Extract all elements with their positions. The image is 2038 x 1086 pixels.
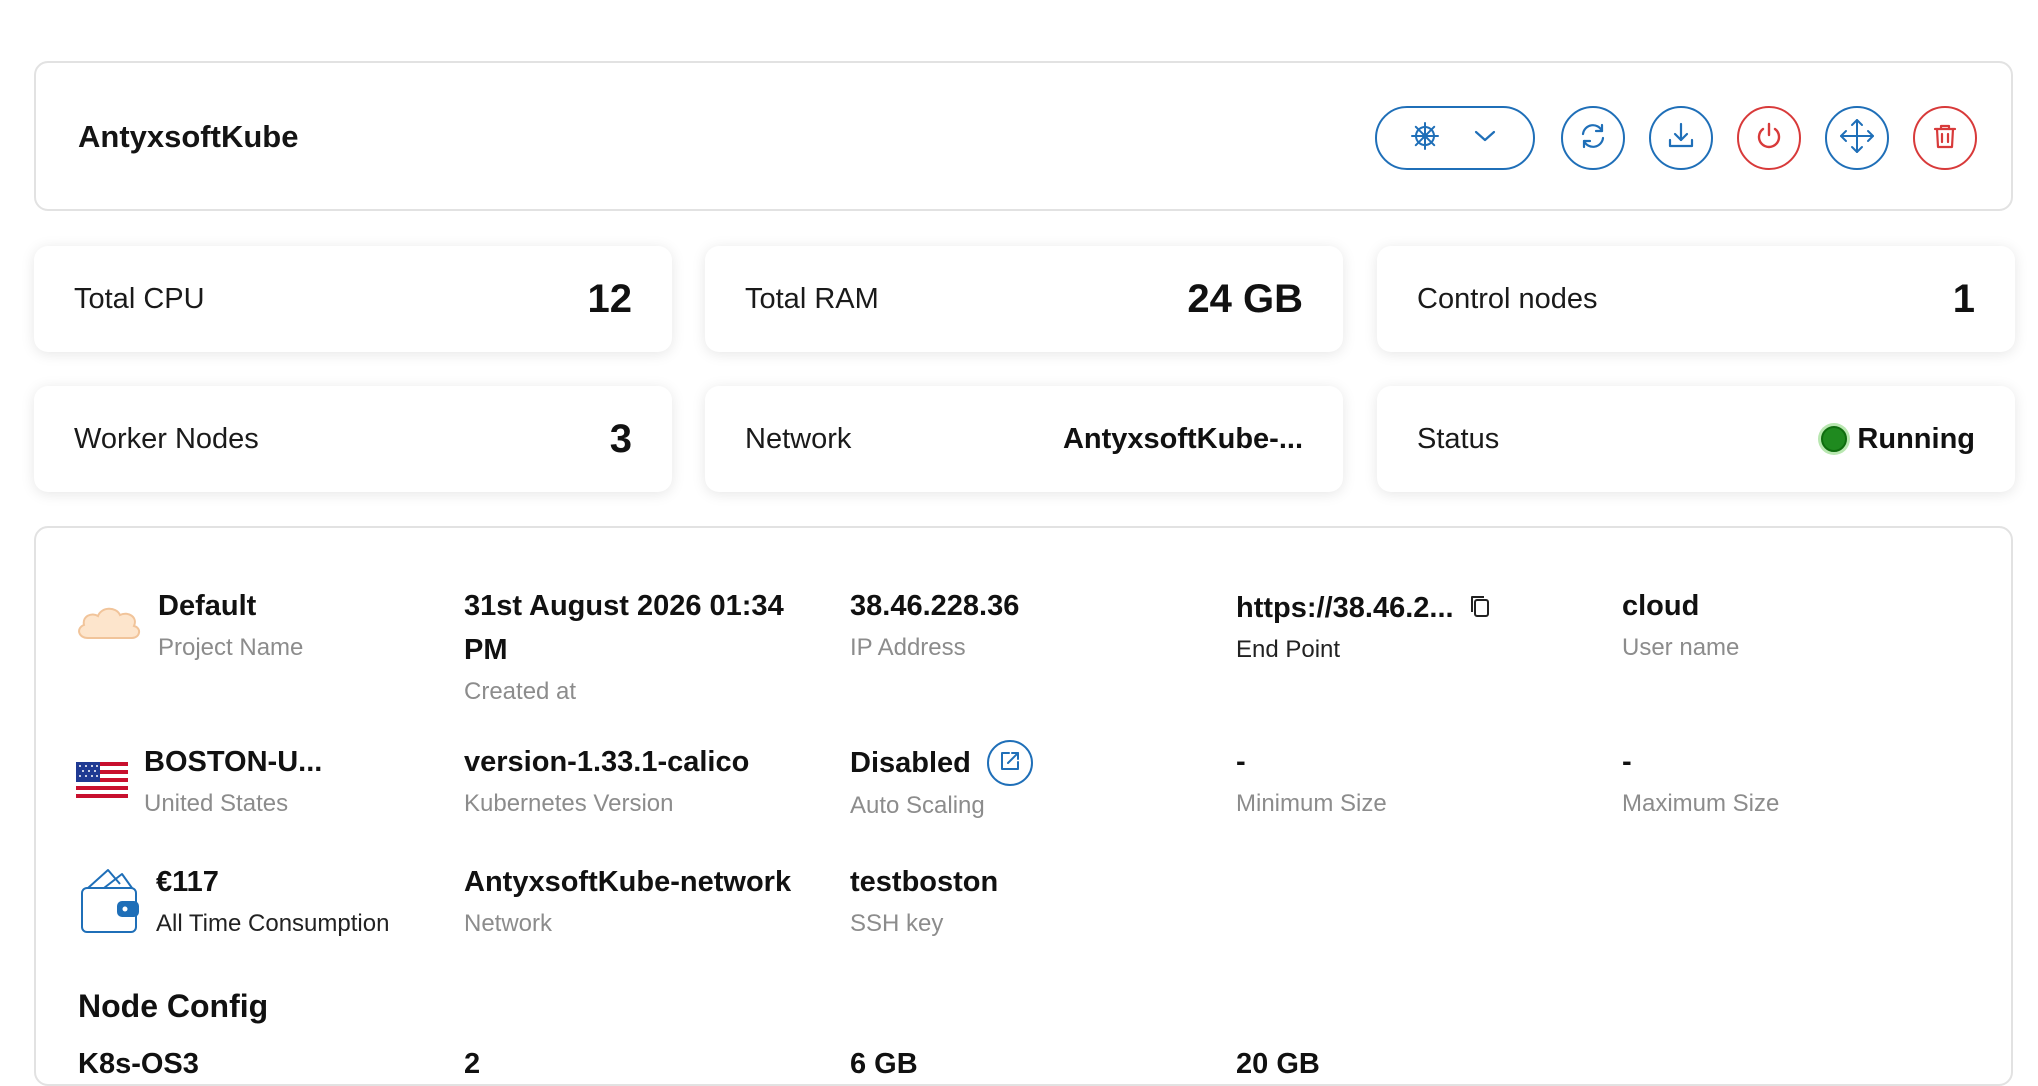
project-label: Project Name	[158, 634, 304, 661]
min-size-label: Minimum Size	[1236, 790, 1387, 817]
max-size-cell: - Maximum Size	[1622, 740, 1779, 824]
created-value-line1: 31st August 2026 01:34	[464, 590, 784, 622]
k8s-version-label: Kubernetes Version	[464, 790, 674, 817]
k8s-version-cell: version-1.33.1-calico Kubernetes Version	[464, 740, 749, 824]
cluster-header-card: AntyxsoftKube	[34, 61, 2013, 211]
cluster-details-card: Default Project Name 31st August 2026 01…	[34, 526, 2013, 1086]
autoscaling-value: Disabled	[850, 747, 971, 779]
network-detail-label: Network	[464, 910, 553, 937]
max-size-value: -	[1622, 746, 1632, 778]
ssh-key-value: testboston	[850, 866, 999, 898]
network-value: AntyxsoftKube-...	[1062, 422, 1303, 455]
download-icon	[1665, 120, 1697, 157]
us-flag-icon	[76, 762, 128, 807]
helm-wheel-icon	[1409, 120, 1441, 157]
k8s-version-value: version-1.33.1-calico	[464, 746, 750, 778]
node-config-title: Node Config	[78, 988, 269, 1024]
external-edit-icon	[998, 749, 1022, 778]
refresh-icon	[1577, 120, 1609, 157]
total-cpu-label: Total CPU	[74, 282, 205, 315]
worker-nodes-label: Worker Nodes	[74, 422, 259, 455]
region-cell: BOSTON-U... United States	[144, 740, 322, 824]
project-cell: Default Project Name	[158, 584, 303, 668]
status-label: Status	[1417, 422, 1500, 455]
total-cpu-card: Total CPU 12	[34, 246, 672, 352]
power-button[interactable]	[1737, 106, 1801, 170]
delete-button[interactable]	[1913, 106, 1977, 170]
endpoint-label: End Point	[1236, 636, 1341, 663]
network-detail-value: AntyxsoftKube-network	[464, 866, 792, 898]
ip-value: 38.46.228.36	[850, 590, 1020, 622]
total-ram-label: Total RAM	[745, 282, 879, 315]
project-value: Default	[158, 590, 257, 622]
move-arrows-icon	[1837, 116, 1877, 161]
ssh-key-cell: testboston SSH key	[850, 860, 998, 944]
status-indicator: Running	[1821, 423, 1975, 456]
network-label: Network	[745, 422, 852, 455]
region-label: United States	[144, 790, 289, 817]
total-cpu-value: 12	[587, 276, 633, 321]
cloud-icon	[74, 598, 144, 651]
network-card: Network AntyxsoftKube-...	[705, 386, 1343, 492]
ip-cell: 38.46.228.36 IP Address	[850, 584, 1019, 668]
node-config-ram: 6 GB	[850, 1048, 918, 1080]
consumption-label: All Time Consumption	[156, 910, 390, 937]
trash-icon	[1929, 120, 1961, 157]
consumption-cell: €117 All Time Consumption	[156, 860, 389, 944]
node-config-name: K8s-OS3	[78, 1048, 199, 1080]
total-ram-card: Total RAM 24 GB	[705, 246, 1343, 352]
autoscaling-cell: Disabled Auto Scaling	[850, 740, 1033, 826]
network-detail-cell: AntyxsoftKube-network Network	[464, 860, 791, 944]
kubernetes-menu-button[interactable]	[1375, 106, 1535, 170]
cluster-title: AntyxsoftKube	[78, 119, 299, 154]
consumption-value: €117	[156, 866, 219, 898]
status-dot-icon	[1821, 426, 1848, 452]
region-value: BOSTON-U...	[144, 746, 323, 778]
control-nodes-value: 1	[1952, 276, 1975, 321]
created-value-line2: PM	[464, 634, 508, 666]
ssh-key-label: SSH key	[850, 910, 944, 937]
min-size-cell: - Minimum Size	[1236, 740, 1387, 824]
copy-icon[interactable]	[1466, 592, 1494, 625]
worker-nodes-card: Worker Nodes 3	[34, 386, 672, 492]
min-size-value: -	[1236, 746, 1246, 778]
created-cell: 31st August 2026 01:34 PM Created at	[464, 584, 784, 712]
total-ram-value: 24 GB	[1187, 276, 1303, 321]
worker-nodes-value: 3	[609, 416, 632, 461]
node-config-count: 2	[464, 1048, 481, 1080]
resize-button[interactable]	[1825, 106, 1889, 170]
username-value: cloud	[1622, 590, 1700, 622]
created-label: Created at	[464, 678, 577, 705]
autoscaling-label: Auto Scaling	[850, 792, 985, 819]
control-nodes-card: Control nodes 1	[1377, 246, 2015, 352]
status-card: Status Running	[1377, 386, 2015, 492]
endpoint-cell: https://38.46.2... End Point	[1236, 586, 1494, 670]
ip-label: IP Address	[850, 634, 966, 661]
control-nodes-label: Control nodes	[1417, 282, 1598, 315]
username-label: User name	[1622, 634, 1740, 661]
edit-autoscaling-button[interactable]	[986, 740, 1033, 786]
power-icon	[1753, 120, 1785, 157]
username-cell: cloud User name	[1622, 584, 1739, 668]
max-size-label: Maximum Size	[1622, 790, 1780, 817]
download-button[interactable]	[1649, 106, 1713, 170]
wallet-icon	[78, 864, 142, 941]
status-value: Running	[1857, 422, 1975, 455]
refresh-button[interactable]	[1561, 106, 1625, 170]
endpoint-value: https://38.46.2...	[1236, 592, 1454, 624]
node-config-disk: 20 GB	[1236, 1048, 1320, 1080]
chevron-down-icon	[1473, 128, 1497, 149]
